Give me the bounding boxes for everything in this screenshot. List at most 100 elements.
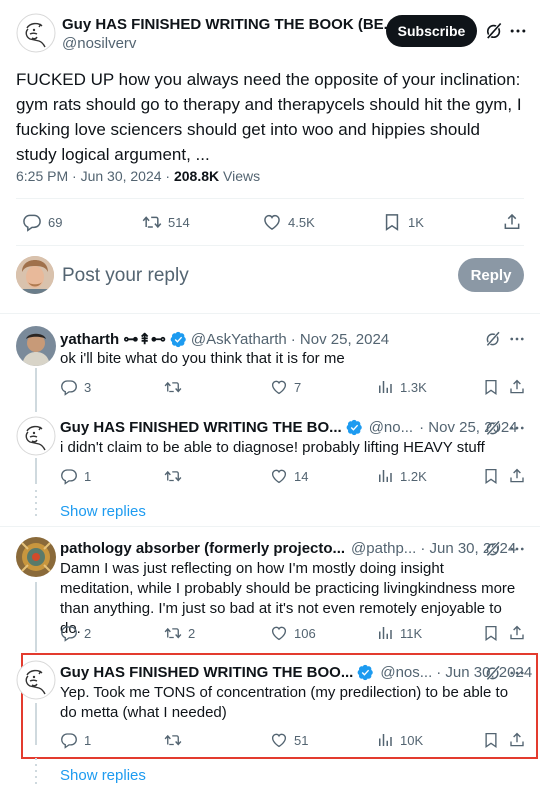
divider xyxy=(0,526,540,527)
view-count: 1.2K xyxy=(400,468,427,484)
more-options-icon[interactable] xyxy=(508,330,526,348)
retweet-action[interactable]: 2 xyxy=(164,624,195,642)
like-action[interactable]: 14 xyxy=(270,467,308,485)
doodle-face-icon xyxy=(16,416,56,456)
reply-avatar[interactable] xyxy=(16,537,56,577)
reply-author-handle[interactable]: @AskYatharth xyxy=(191,331,287,348)
retweet-action[interactable] xyxy=(164,731,188,749)
divider xyxy=(16,245,524,246)
reply-author-name[interactable]: Guy HAS FINISHED WRITING THE BO... xyxy=(60,419,342,436)
like-action[interactable]: 106 xyxy=(270,624,316,642)
reply-author-name[interactable]: Guy HAS FINISHED WRITING THE BOO... xyxy=(60,664,353,681)
retweet-icon xyxy=(164,731,182,749)
views-action[interactable]: 1.2K xyxy=(376,467,427,485)
retweet-action[interactable]: 514 xyxy=(142,212,190,232)
retweet-action[interactable] xyxy=(164,467,188,485)
retweet-icon xyxy=(142,212,162,232)
reply-author-name[interactable]: pathology absorber (formerly projecto... xyxy=(60,540,345,557)
reply-author-handle[interactable]: @nos... xyxy=(380,664,432,681)
retweet-count: 514 xyxy=(168,214,190,230)
reply-date[interactable]: · Nov 25, 2024 xyxy=(291,331,389,348)
author-handle[interactable]: @nosilverv xyxy=(62,35,417,52)
grok-icon[interactable] xyxy=(484,419,502,437)
doodle-face-icon xyxy=(16,660,56,700)
grok-icon[interactable] xyxy=(484,330,502,348)
like-icon xyxy=(270,731,288,749)
grok-icon[interactable] xyxy=(484,540,502,558)
show-replies-link[interactable]: Show replies xyxy=(60,503,146,520)
reply-button-label: Reply xyxy=(470,266,512,284)
like-icon xyxy=(270,467,288,485)
thread-line xyxy=(35,368,37,412)
author-avatar[interactable] xyxy=(16,13,56,53)
verified-badge-icon[interactable] xyxy=(170,331,187,348)
subscribe-button[interactable]: Subscribe xyxy=(386,15,477,47)
like-action[interactable]: 51 xyxy=(270,731,308,749)
retweet-icon xyxy=(164,624,182,642)
more-options-icon[interactable] xyxy=(508,664,526,682)
view-count: 1.3K xyxy=(400,379,427,395)
author-name[interactable]: Guy HAS FINISHED WRITING THE BOOK (BE... xyxy=(62,16,396,33)
bookmark-icon[interactable] xyxy=(482,731,500,749)
like-action[interactable]: 7 xyxy=(270,378,301,396)
reply-icon xyxy=(22,212,42,232)
bookmark-action[interactable]: 1K xyxy=(382,212,424,232)
reply-avatar[interactable] xyxy=(16,660,56,700)
reply-date[interactable]: · Nov 25, 2024 xyxy=(419,419,517,436)
reply-author-handle[interactable]: @no... xyxy=(369,419,413,436)
share-icon[interactable] xyxy=(508,467,526,485)
bookmark-icon[interactable] xyxy=(482,467,500,485)
tweet-time[interactable]: 6:25 PM · Jun 30, 2024 · xyxy=(16,168,174,184)
reply-text: ok i'll bite what do you think that it i… xyxy=(60,350,345,367)
share-icon[interactable] xyxy=(508,378,526,396)
my-avatar[interactable] xyxy=(16,256,54,294)
reply-input[interactable]: Post your reply xyxy=(62,263,442,289)
more-options-icon[interactable] xyxy=(508,21,528,41)
reply-count: 1 xyxy=(84,468,92,484)
thread-line xyxy=(35,703,37,745)
reply-count: 2 xyxy=(84,625,92,641)
like-icon xyxy=(270,624,288,642)
author-header: Guy HAS FINISHED WRITING THE BOOK (BE...… xyxy=(62,16,417,52)
like-action[interactable]: 4.5K xyxy=(262,212,315,232)
tweet-text: FUCKED UP how you always need the opposi… xyxy=(16,70,522,164)
retweet-count: 2 xyxy=(188,625,196,641)
verified-badge-icon[interactable] xyxy=(346,419,363,436)
reply-icon xyxy=(60,467,78,485)
reply-author-name[interactable]: yatharth ⊶⇞⊷ xyxy=(60,330,166,348)
reply-action[interactable]: 69 xyxy=(22,212,62,232)
bookmark-icon[interactable] xyxy=(482,624,500,642)
thread-dots xyxy=(35,490,37,518)
bookmark-icon[interactable] xyxy=(482,378,500,396)
reply-avatar[interactable] xyxy=(16,326,56,366)
reply-author-handle[interactable]: @pathp... xyxy=(351,540,416,557)
retweet-action[interactable] xyxy=(164,378,188,396)
reply-count: 3 xyxy=(84,379,92,395)
share-icon[interactable] xyxy=(508,624,526,642)
views-icon xyxy=(376,467,394,485)
grok-icon[interactable] xyxy=(484,21,504,41)
reply-action[interactable]: 2 xyxy=(60,624,91,642)
reply-header: pathology absorber (formerly projecto...… xyxy=(60,540,516,557)
like-count: 4.5K xyxy=(288,214,315,230)
bookmark-icon xyxy=(382,212,402,232)
share-action[interactable] xyxy=(502,212,522,232)
views-count: 208.8K xyxy=(173,168,220,184)
verified-badge-icon[interactable] xyxy=(357,664,374,681)
share-icon[interactable] xyxy=(508,731,526,749)
views-action[interactable]: 1.3K xyxy=(376,378,427,396)
views-action[interactable]: 11K xyxy=(376,624,422,642)
views-action[interactable]: 10K xyxy=(376,731,423,749)
grok-icon[interactable] xyxy=(484,664,502,682)
reply-action[interactable]: 1 xyxy=(60,467,91,485)
more-options-icon[interactable] xyxy=(508,419,526,437)
reply-placeholder: Post your reply xyxy=(62,265,189,286)
more-options-icon[interactable] xyxy=(508,540,526,558)
reply-action[interactable]: 3 xyxy=(60,378,91,396)
reply-avatar[interactable] xyxy=(16,416,56,456)
like-count: 7 xyxy=(294,379,302,395)
reply-action[interactable]: 1 xyxy=(60,731,91,749)
show-replies-link[interactable]: Show replies xyxy=(60,767,146,784)
reply-button[interactable]: Reply xyxy=(458,258,524,292)
artwork-avatar-icon xyxy=(16,537,56,577)
